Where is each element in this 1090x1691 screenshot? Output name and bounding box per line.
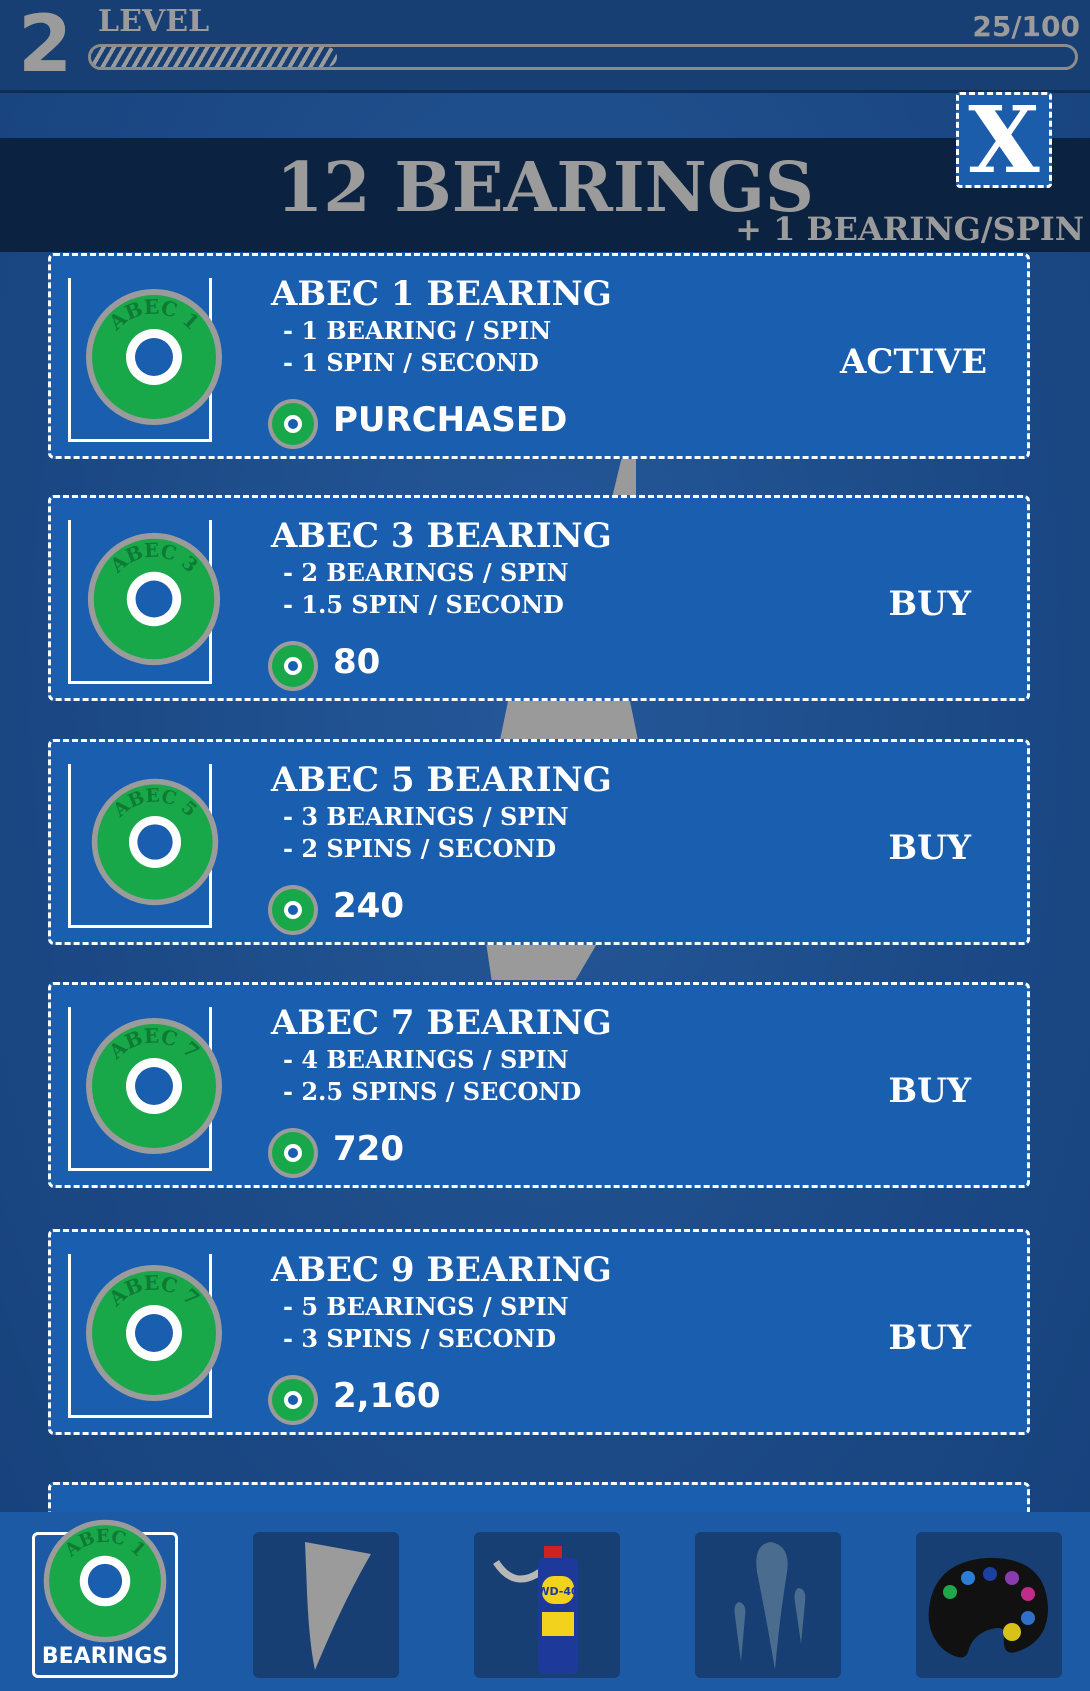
splash-icon	[734, 1542, 806, 1670]
paint-palette-icon	[928, 1557, 1048, 1658]
bearing-coin-icon	[268, 641, 318, 691]
bearing-card[interactable]: ABEC 3 ABEC 3 BEARING - 2 BEARINGS / SPI…	[48, 495, 1030, 701]
spinner-silhouette	[500, 700, 638, 740]
bearing-stat-2: - 1.5 SPIN / SECOND	[283, 590, 564, 619]
buy-button[interactable]: BUY	[888, 828, 971, 868]
buy-button[interactable]: BUY	[888, 584, 971, 624]
bearing-icon: ABEC 7	[86, 1018, 222, 1154]
bearing-stat-2: - 2 SPINS / SECOND	[283, 834, 557, 863]
bearing-stat-2: - 3 SPINS / SECOND	[283, 1324, 557, 1353]
bearing-icon: ABEC 7	[86, 1265, 222, 1401]
bearing-title: ABEC 9 BEARING	[271, 1250, 612, 1290]
buy-button[interactable]: BUY	[888, 1071, 971, 1111]
bearing-price: 2,160	[333, 1376, 441, 1416]
bearing-coin-icon	[268, 399, 318, 449]
bearing-coin-icon	[268, 1128, 318, 1178]
lubricant-can-icon: WD-40	[493, 1546, 579, 1674]
nav-spinner-tab[interactable]	[253, 1532, 399, 1678]
bearing-icon: ABEC 5	[91, 778, 219, 906]
nav-effects-tab[interactable]	[695, 1532, 841, 1678]
bearing-icon: ABEC 1	[86, 289, 222, 425]
bearing-stat-2: - 2.5 SPINS / SECOND	[283, 1077, 582, 1106]
bearing-coin-icon	[268, 1375, 318, 1425]
level-number: 2	[18, 0, 73, 90]
bearing-stat-1: - 4 BEARINGS / SPIN	[283, 1045, 569, 1074]
bearing-card[interactable]: ABEC 1 ABEC 1 BEARING - 1 BEARING / SPIN…	[48, 253, 1030, 459]
close-button[interactable]: X	[956, 92, 1052, 188]
bearing-icon: ABEC 1	[43, 1519, 167, 1643]
level-bar: 2 LEVEL 25/100	[0, 0, 1090, 93]
nav-bearings-label: BEARINGS	[41, 1644, 169, 1669]
bearing-price: 720	[333, 1129, 404, 1169]
can-label: WD-40	[537, 1585, 579, 1598]
bearing-title: ABEC 5 BEARING	[271, 760, 612, 800]
bearing-stat-2: - 1 SPIN / SECOND	[283, 348, 539, 377]
level-progress-bar	[88, 44, 1078, 70]
bearing-title: ABEC 7 BEARING	[271, 1003, 612, 1043]
bearing-stat-1: - 1 BEARING / SPIN	[283, 316, 552, 345]
bearing-price: 80	[333, 642, 381, 682]
bearing-stat-1: - 5 BEARINGS / SPIN	[283, 1292, 569, 1321]
bearing-card[interactable]: ABEC 7 ABEC 7 BEARING - 4 BEARINGS / SPI…	[48, 982, 1030, 1188]
bearing-stat-1: - 3 BEARINGS / SPIN	[283, 802, 569, 831]
bearing-title: ABEC 3 BEARING	[271, 516, 612, 556]
buy-button[interactable]: BUY	[888, 1318, 971, 1358]
nav-bearings-tab[interactable]: ABEC 1 BEARINGS	[32, 1519, 178, 1678]
bearing-title: ABEC 1 BEARING	[271, 274, 612, 314]
nav-lubricant-tab[interactable]: WD-40	[474, 1532, 620, 1678]
page-subtitle: + 1 BEARING/SPIN	[735, 210, 1084, 248]
bearing-price: 240	[333, 886, 404, 926]
bearing-stat-1: - 2 BEARINGS / SPIN	[283, 558, 569, 587]
bearing-price: PURCHASED	[333, 400, 568, 440]
level-label: LEVEL	[98, 4, 210, 39]
bearing-status: ACTIVE	[840, 342, 987, 382]
bearing-icon: ABEC 3	[87, 532, 221, 666]
level-progress-text: 25/100	[972, 10, 1080, 43]
close-icon: X	[968, 86, 1040, 194]
bearing-card[interactable]: ABEC 7 ABEC 9 BEARING - 5 BEARINGS / SPI…	[48, 1229, 1030, 1435]
bearing-card[interactable]: ABEC 5 ABEC 5 BEARING - 3 BEARINGS / SPI…	[48, 739, 1030, 945]
nav-colors-tab[interactable]	[916, 1532, 1062, 1678]
bearing-coin-icon	[268, 885, 318, 935]
level-progress-fill	[91, 47, 337, 67]
spinner-arm-icon	[305, 1542, 371, 1670]
